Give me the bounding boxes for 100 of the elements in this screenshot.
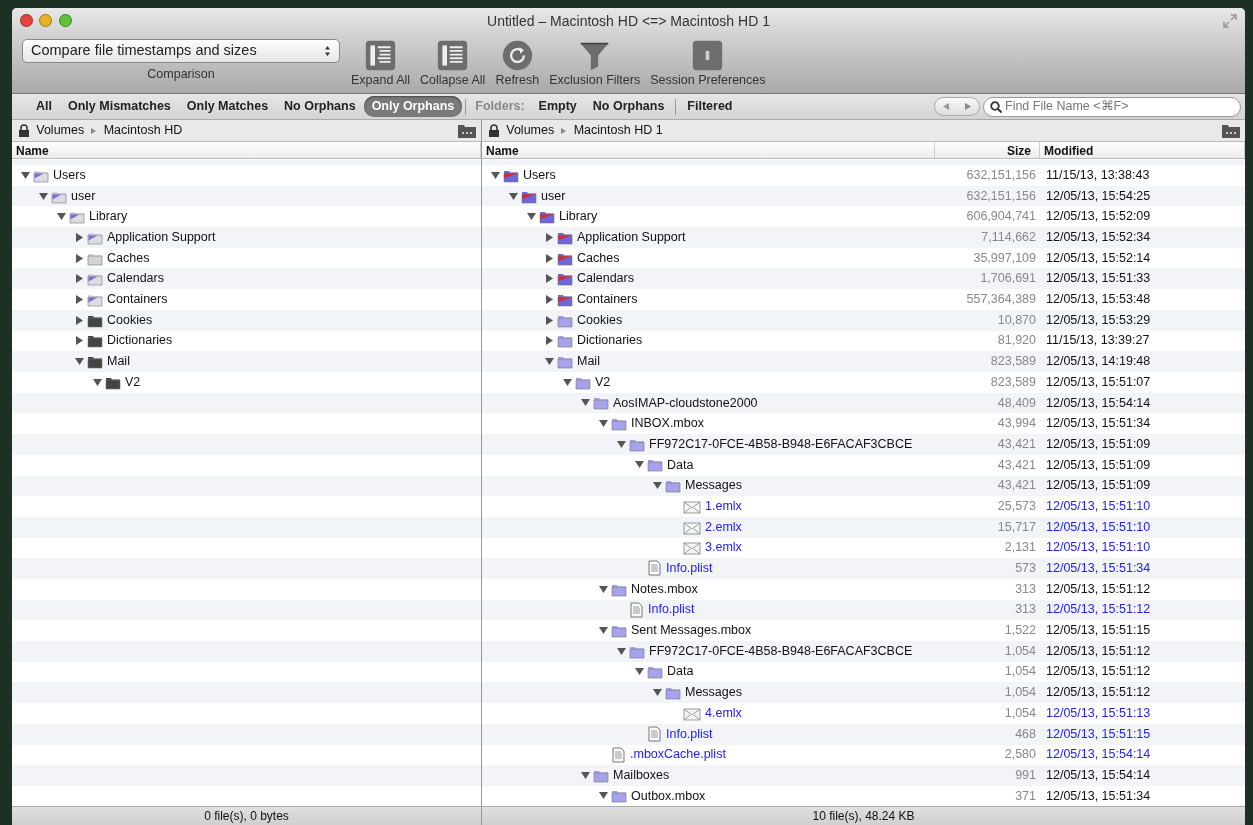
modified-cell-text: 12/05/13, 15:51:33: [1045, 270, 1152, 288]
disclosure-triangle-icon[interactable]: [544, 293, 555, 305]
disclosure-triangle-icon[interactable]: [544, 314, 555, 326]
disclosure-triangle-icon[interactable]: [562, 376, 573, 388]
disclosure-triangle-icon[interactable]: [634, 459, 645, 471]
size-cell-text: 43,421: [996, 456, 1037, 474]
disclosure-triangle-icon[interactable]: [20, 169, 31, 181]
disclosure-triangle-icon[interactable]: [74, 314, 85, 326]
zoom-button[interactable]: [58, 14, 72, 27]
file-name: FF972C17-0FCE-4B58-B948-E6FACAF3CBCE: [648, 642, 913, 660]
envelope-icon: [683, 519, 701, 535]
file-name: Containers: [106, 291, 168, 309]
disclosure-triangle-icon[interactable]: [74, 356, 85, 368]
size-cell-text: 15,717: [996, 518, 1037, 536]
size-cell-text: 1,522: [1003, 622, 1037, 640]
file-name: Dictionaries: [576, 332, 643, 350]
modified-cell-text: 12/05/13, 15:54:14: [1045, 746, 1152, 764]
back-arrow-icon[interactable]: [941, 102, 950, 111]
size-cell-text: 991: [1014, 766, 1037, 784]
size-cell-text: 43,421: [996, 435, 1037, 453]
size-cell-text: 1,054: [1003, 704, 1037, 722]
disclosure-triangle-icon[interactable]: [544, 356, 555, 368]
file-name: 3.emlx: [704, 539, 742, 557]
modified-cell-text: 12/05/13, 15:51:09: [1045, 435, 1152, 453]
disclosure-triangle-icon[interactable]: [616, 438, 627, 450]
disclosure-triangle-icon[interactable]: [38, 190, 49, 202]
filter-option[interactable]: Empty: [530, 96, 585, 117]
disclosure-triangle-icon[interactable]: [74, 273, 85, 285]
path-separator-icon: [560, 126, 568, 135]
file-name: Containers: [576, 291, 638, 309]
back-forward-control[interactable]: [933, 97, 980, 116]
file-name: Caches: [106, 249, 150, 267]
disclosure-triangle-icon[interactable]: [598, 790, 609, 802]
filter-option[interactable]: No Orphans: [276, 96, 364, 117]
disclosure-triangle-icon[interactable]: [580, 397, 591, 409]
window-title: Untitled – Macintosh HD <=> Macintosh HD 1: [487, 12, 770, 31]
path-segment[interactable]: Volumes: [503, 121, 558, 140]
search-field[interactable]: Find File Name <⌘F>: [983, 96, 1241, 117]
toolbar-button[interactable]: Expand All: [351, 39, 411, 87]
filter-option[interactable]: Filtered: [679, 96, 741, 117]
disclosure-triangle-icon[interactable]: [598, 418, 609, 430]
disclosure-triangle-icon[interactable]: [616, 645, 627, 657]
size-cell-text: 43,421: [996, 477, 1037, 495]
toolbar-button[interactable]: Exclusion Filters: [549, 39, 641, 87]
filter-option[interactable]: Only Matches: [178, 96, 277, 117]
disclosure-triangle-icon[interactable]: [526, 211, 537, 223]
disclosure-triangle-icon[interactable]: [490, 169, 501, 181]
search-input[interactable]: Find File Name <⌘F>: [1005, 97, 1234, 116]
disclosure-triangle-icon[interactable]: [74, 293, 85, 305]
column-header[interactable]: Name: [482, 142, 935, 158]
disclosure-triangle-icon[interactable]: [74, 231, 85, 243]
disclosure-triangle-icon[interactable]: [580, 769, 591, 781]
file-name: Cookies: [576, 311, 623, 329]
path-segment[interactable]: Volumes: [33, 121, 88, 140]
disclosure-triangle-icon[interactable]: [598, 624, 609, 636]
path-segment[interactable]: Macintosh HD: [100, 121, 186, 140]
filter-option[interactable]: Only Orphans: [363, 96, 463, 117]
browse-folder-icon[interactable]: [457, 122, 477, 139]
disclosure-triangle-icon[interactable]: [634, 666, 645, 678]
disclosure-triangle-icon[interactable]: [74, 335, 85, 347]
minimize-button[interactable]: [39, 14, 53, 27]
status-text: 0 file(s), 0 bytes: [204, 808, 289, 825]
filter-option[interactable]: Only Mismatches: [60, 96, 179, 117]
comparison-dropdown[interactable]: Compare file timestamps and sizes: [22, 39, 340, 63]
refresh-icon: [500, 39, 534, 72]
column-header[interactable]: Modified: [1040, 142, 1245, 158]
file-name: Users: [52, 166, 86, 184]
disclosure-triangle-icon[interactable]: [508, 190, 519, 202]
disclosure-triangle-icon[interactable]: [92, 376, 103, 388]
file-name: FF972C17-0FCE-4B58-B948-E6FACAF3CBCE: [648, 435, 913, 453]
file-name: 2.emlx: [704, 518, 742, 536]
disclosure-triangle-icon[interactable]: [56, 211, 67, 223]
browse-folder-icon[interactable]: [1221, 122, 1241, 139]
toolbar-button[interactable]: Collapse All: [420, 39, 486, 87]
disclosure-triangle-icon[interactable]: [544, 273, 555, 285]
disclosure-triangle-icon[interactable]: [598, 583, 609, 595]
size-cell-text: 632,151,156: [965, 187, 1037, 205]
toolbar-button[interactable]: Refresh: [495, 39, 540, 87]
column-header[interactable]: Size: [935, 142, 1040, 158]
toolbar-button[interactable]: Session Preferences: [650, 39, 766, 87]
disclosure-triangle-icon[interactable]: [544, 335, 555, 347]
disclosure-triangle-icon[interactable]: [544, 231, 555, 243]
path-segment[interactable]: Macintosh HD 1: [570, 121, 666, 140]
file-name: Data: [666, 663, 694, 681]
file-name: Calendars: [576, 270, 634, 288]
filter-option[interactable]: All: [28, 96, 60, 117]
filter-option[interactable]: No Orphans: [584, 96, 673, 117]
close-button[interactable]: [20, 14, 33, 27]
size-cell-text: 35,997,109: [972, 249, 1037, 267]
disclosure-triangle-icon[interactable]: [74, 252, 85, 264]
disclosure-triangle-icon[interactable]: [652, 480, 663, 492]
size-cell-text: 606,904,741: [965, 208, 1037, 226]
modified-cell-text: 12/05/13, 15:54:14: [1045, 766, 1152, 784]
disclosure-triangle-icon[interactable]: [544, 252, 555, 264]
file-name: Application Support: [106, 229, 216, 247]
modified-cell-text: 12/05/13, 15:51:12: [1045, 684, 1152, 702]
disclosure-triangle-icon[interactable]: [652, 687, 663, 699]
column-header[interactable]: Name: [12, 142, 481, 158]
forward-arrow-icon[interactable]: [963, 102, 972, 111]
file-name: 1.emlx: [704, 497, 742, 515]
